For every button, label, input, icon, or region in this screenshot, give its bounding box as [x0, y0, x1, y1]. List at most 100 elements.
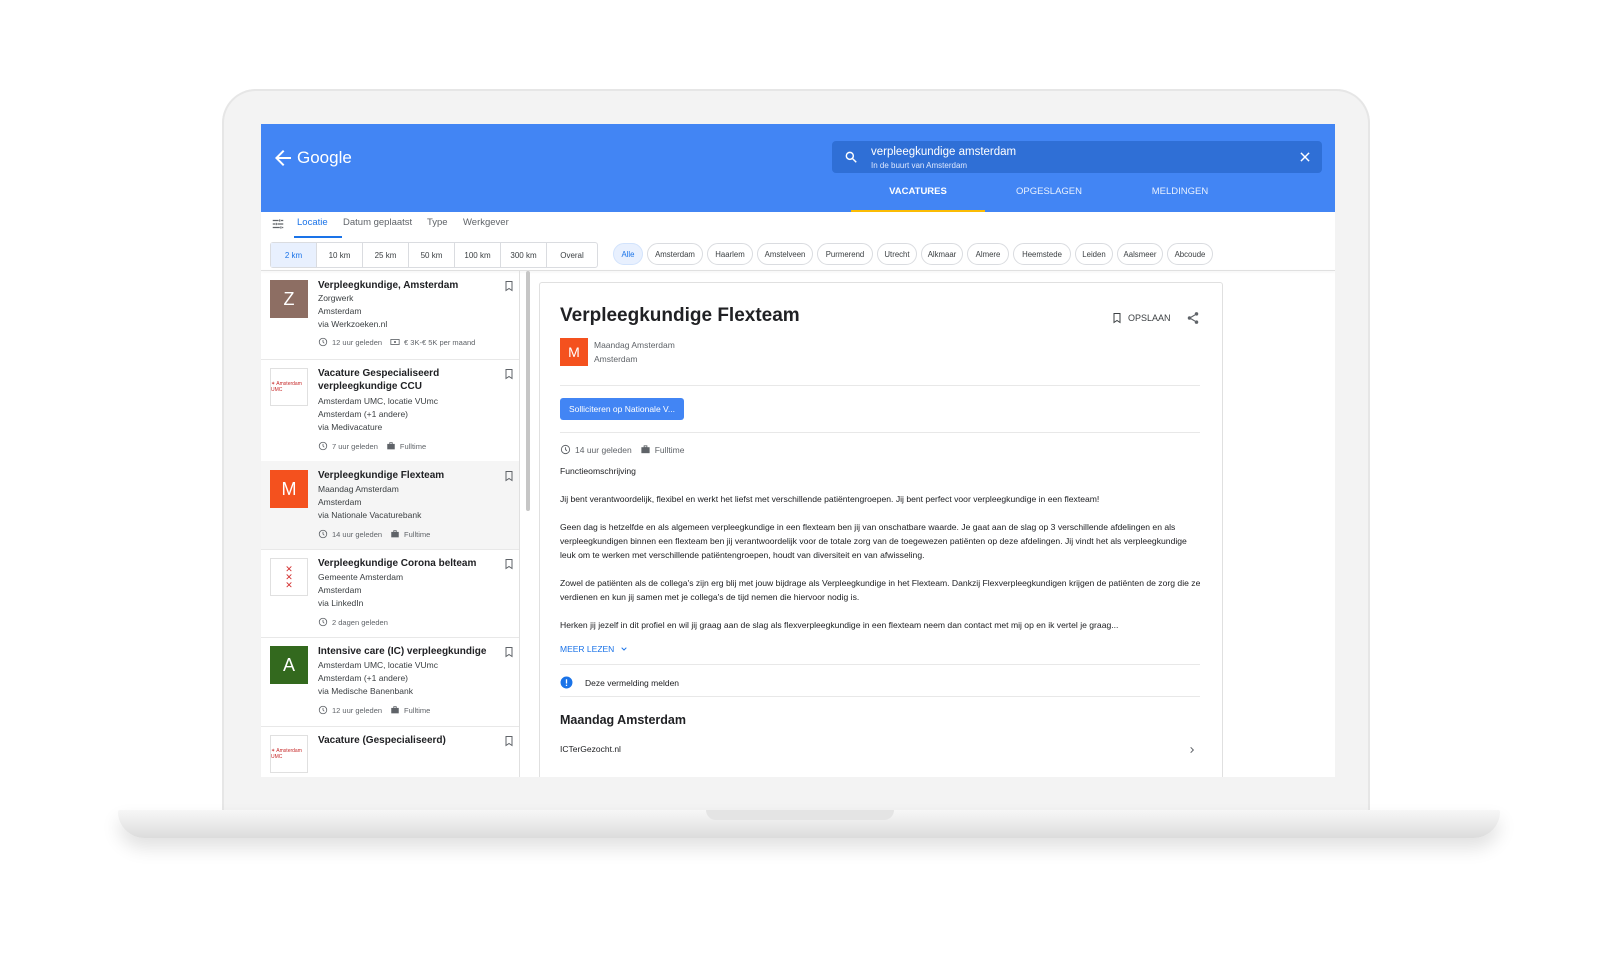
detail-company: Maandag Amsterdam [594, 340, 675, 350]
bookmark-icon[interactable] [503, 469, 515, 483]
distance-option[interactable]: 50 km [409, 243, 455, 267]
job-company: Maandag Amsterdam [318, 484, 399, 494]
job-source: via Nationale Vacaturebank [318, 510, 422, 520]
company-logo: A [270, 646, 308, 684]
close-icon[interactable] [1298, 150, 1312, 164]
distance-option[interactable]: 10 km [317, 243, 363, 267]
bookmark-icon[interactable] [503, 367, 515, 381]
clock-icon [560, 444, 571, 455]
detail-type: Fulltime [654, 444, 685, 455]
bookmark-icon[interactable] [503, 557, 515, 571]
back-arrow-icon[interactable] [271, 146, 295, 170]
location-chip[interactable]: Leiden [1075, 243, 1113, 265]
job-detail-card: Verpleegkundige Flexteam OPSLAAN M Maand… [539, 282, 1223, 777]
filter-tab-indicator [294, 236, 342, 238]
location-chip[interactable]: Aalsmeer [1117, 243, 1163, 265]
filter-sliders-icon[interactable] [271, 217, 285, 231]
job-title: Intensive care (IC) verpleegkundige [318, 646, 487, 657]
share-icon[interactable] [1186, 311, 1200, 325]
job-age: 12 uur geleden [332, 337, 383, 347]
report-label: Deze vermelding melden [585, 677, 680, 688]
bookmark-icon[interactable] [503, 645, 515, 659]
search-query[interactable]: verpleegkundige amsterdam [871, 146, 1016, 158]
job-meta: 2 dagen geleden [318, 617, 388, 627]
divider [560, 696, 1200, 697]
company-logo: M [560, 338, 588, 366]
description-heading: Functieomschrijving [560, 466, 636, 476]
job-card[interactable]: Z Verpleegkundige, Amsterdam Zorgwerk Am… [261, 271, 519, 360]
job-location: Amsterdam [318, 306, 362, 316]
distance-option[interactable]: Overal [547, 243, 597, 267]
divider [560, 432, 1200, 433]
detail-meta: 14 uur geleden Fulltime [560, 444, 684, 455]
job-location: Amsterdam (+1 andere) [318, 673, 408, 683]
location-chip[interactable]: Abcoude [1167, 243, 1213, 265]
screen: Google verpleegkundige amsterdam In de b… [261, 124, 1335, 777]
employer-site-link[interactable]: ICTerGezocht.nl [560, 744, 621, 754]
job-card[interactable]: ✶ Amsterdam UMC Vacature Gespecialiseerd… [261, 359, 519, 462]
filter-tab-werkgever[interactable]: Werkgever [463, 217, 509, 228]
location-chip[interactable]: Utrecht [877, 243, 917, 265]
briefcase-icon [391, 706, 399, 714]
detail-location: Amsterdam [594, 354, 638, 364]
save-label: OPSLAAN [1128, 313, 1171, 323]
location-chip[interactable]: Purmerend [817, 243, 873, 265]
job-source: via LinkedIn [318, 598, 364, 608]
job-company: Gemeente Amsterdam [318, 572, 404, 582]
job-type: Fulltime [404, 529, 431, 539]
job-card[interactable]: ✕ ✕ ✕ Verpleegkundige Corona belteam Gemee… [261, 549, 519, 638]
job-type: Fulltime [404, 705, 431, 715]
apply-button[interactable]: Solliciteren op Nationale V... [560, 398, 685, 420]
chevron-right-icon[interactable] [1188, 745, 1196, 755]
job-title: Vacature (Gespecialiseerd) [318, 735, 446, 746]
job-location: Amsterdam (+1 andere) [318, 409, 408, 419]
description-paragraph: Geen dag is hetzelfde en als algemeen ve… [560, 522, 1187, 560]
job-location: Amsterdam [318, 585, 362, 595]
location-chip[interactable]: Amsterdam [647, 243, 703, 265]
tab-vacatures[interactable]: VACATURES [851, 184, 985, 212]
job-age: 12 uur geleden [332, 705, 383, 715]
read-more-button[interactable]: MEER LEZEN [560, 644, 628, 654]
job-card[interactable]: ✶ Amsterdam UMC Vacature (Gespecialiseer… [261, 726, 519, 777]
filter-tab-type[interactable]: Type [427, 217, 448, 228]
job-title: Verpleegkundige, Amsterdam [318, 280, 459, 291]
job-meta: 12 uur geleden € 3K-€ 5K per maand [318, 337, 475, 347]
report-listing-button[interactable]: Deze vermelding melden [560, 676, 679, 689]
location-chip[interactable]: Heemstede [1013, 243, 1071, 265]
job-card[interactable]: A Intensive care (IC) verpleegkundige Am… [261, 637, 519, 727]
clock-icon [318, 441, 328, 451]
tab-meldingen[interactable]: MELDINGEN [1113, 184, 1247, 212]
filter-tab-locatie[interactable]: Locatie [297, 217, 328, 228]
filter-tab-datum[interactable]: Datum geplaatst [343, 217, 412, 228]
distance-option[interactable]: 2 km [271, 243, 317, 267]
clock-icon [318, 337, 328, 347]
distance-option[interactable]: 100 km [455, 243, 501, 267]
location-chip[interactable]: Almere [967, 243, 1009, 265]
clock-icon [318, 617, 328, 627]
location-chip[interactable]: Amstelveen [757, 243, 813, 265]
job-list-scrollbar[interactable] [526, 271, 530, 511]
distance-option[interactable]: 25 km [363, 243, 409, 267]
save-button[interactable]: OPSLAAN [1111, 311, 1171, 325]
briefcase-icon [641, 445, 650, 454]
job-card-selected[interactable]: M Verpleegkundige Flexteam Maandag Amste… [261, 461, 519, 550]
search-box[interactable]: verpleegkundige amsterdam In de buurt va… [832, 141, 1322, 173]
job-meta: 7 uur geleden Fulltime [318, 441, 426, 451]
bookmark-icon[interactable] [503, 734, 515, 748]
location-chip[interactable]: Haarlem [707, 243, 753, 265]
location-chip[interactable]: Alkmaar [921, 243, 963, 265]
google-logo[interactable]: Google [297, 148, 352, 168]
distance-option[interactable]: 300 km [501, 243, 547, 267]
job-source: via Medische Banenbank [318, 686, 413, 696]
location-chip[interactable]: Alle [613, 243, 643, 265]
tab-opgeslagen[interactable]: OPGESLAGEN [982, 184, 1116, 212]
job-company: Zorgwerk [318, 293, 354, 303]
job-meta: 14 uur geleden Fulltime [318, 529, 430, 539]
bookmark-icon[interactable] [503, 279, 515, 293]
detail-title: Verpleegkundige Flexteam [560, 305, 800, 326]
description-paragraph: Herken jij jezelf in dit profiel en wil … [560, 620, 1119, 630]
info-alert-icon [560, 676, 573, 689]
distance-selector: 2 km 10 km 25 km 50 km 100 km 300 km Ove… [270, 242, 598, 268]
description-paragraph: Jij bent verantwoordelijk, flexibel en w… [560, 494, 1100, 504]
job-source: via Werkzoeken.nl [318, 319, 388, 329]
